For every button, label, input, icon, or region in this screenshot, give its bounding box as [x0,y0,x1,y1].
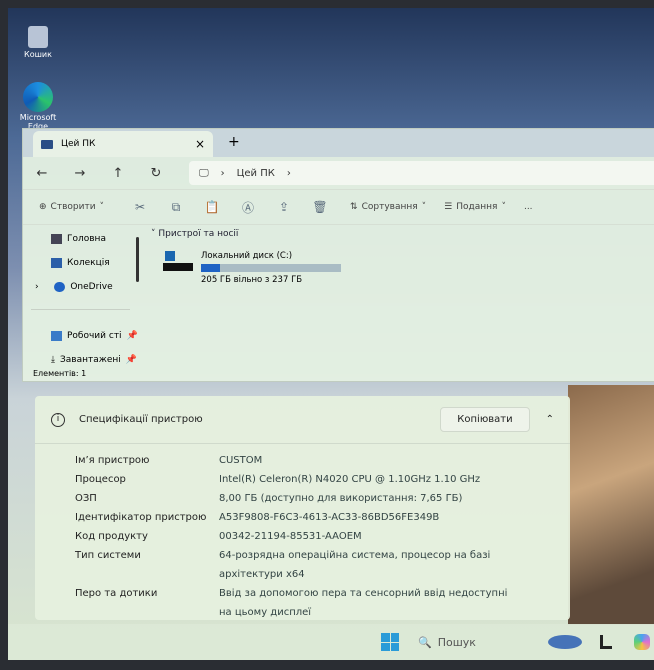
file-explorer-window: Цей ПК × + ← → ↑ ↻ 🖵 › Цей ПК › ⊕ Створити ˅ ✂… [22,128,654,382]
delete-icon[interactable]: 🗑 [302,200,338,214]
spec-row: Процесор Intel(R) Celeron(R) N4020 CPU @ … [75,470,570,489]
spec-value: A53F9808-F6C3-4613-AC33-86BD56FE349B [219,512,440,523]
section-title: Специфікації пристрою [79,414,203,425]
back-button[interactable]: ← [23,166,61,181]
sidebar-item-gallery[interactable]: Колекція [23,251,138,275]
spec-label: Код продукту [75,531,148,542]
spec-value: 00342-21194-85531-AAOEM [219,531,362,542]
spec-label: ОЗП [75,493,97,504]
navigation-pane: Головна Колекція › OneDrive Робочий сті 📌… [23,227,138,367]
sidebar-item-desktop[interactable]: Робочий сті 📌 [23,324,138,348]
tab-this-pc[interactable]: Цей ПК × [33,131,213,157]
spec-label: Процесор [75,474,126,485]
forward-button[interactable]: → [61,166,99,181]
cloud-icon [54,282,66,292]
recycle-bin-icon [28,26,48,48]
spec-row: ОЗП 8,00 ГБ (доступно для використання: 7… [75,489,570,508]
computer-icon [41,139,53,149]
breadcrumb[interactable]: Цей ПК [237,168,275,179]
view-button[interactable]: ☰ Подання ˅ [444,202,506,212]
spec-row: Код продукту 00342-21194-85531-AAOEM [75,527,570,546]
info-icon: i [51,412,65,427]
computer-icon: 🖵 [199,167,209,179]
taskbar-search[interactable]: 🔍 Пошук [418,636,476,649]
rename-icon[interactable]: Ⓐ [230,199,266,216]
spec-value: 64-розрядна операційна система, процесор… [219,550,491,580]
sidebar-item-home[interactable]: Головна [23,227,138,251]
plus-circle-icon: ⊕ [39,202,47,212]
refresh-button[interactable]: ↻ [137,166,175,181]
edge-icon [23,82,53,112]
copy-button[interactable]: Копіювати [440,407,530,432]
pin-icon: 📌 [125,355,137,365]
drive-usage-bar [201,264,341,272]
spec-row: Тип системи 64-розрядна операційна систем… [75,546,570,584]
widgets-icon[interactable] [548,635,582,649]
cut-icon[interactable]: ✂ [122,200,158,214]
desktop-icon [51,331,62,341]
spec-label: Тип системи [75,550,141,561]
copilot-icon[interactable] [634,634,650,650]
copy-icon[interactable]: ⧉ [158,200,194,215]
sidebar-scrollbar[interactable] [136,237,139,282]
paste-icon[interactable]: 📋 [194,200,230,214]
more-button[interactable]: ... [524,202,533,212]
spec-row: Ім’я пристрою CUSTOM [75,451,570,470]
sidebar-item-onedrive[interactable]: › OneDrive [23,275,138,299]
spec-value: Intel(R) Celeron(R) N4020 CPU @ 1.10GHz … [219,474,481,485]
section-header[interactable]: ˅ Пристрої та носії [151,229,238,239]
pin-icon: 📌 [126,331,138,341]
sort-button[interactable]: ⇅ Сортування ˅ [350,202,426,212]
spec-row: Перо та дотики Ввід за допомогою пера та … [75,584,570,622]
home-icon [51,234,62,244]
spec-value: Ввід за допомогою пера та сенсорний ввід… [219,588,508,618]
status-bar: Елементів: 1 [33,369,87,378]
up-button[interactable]: ↑ [99,166,137,181]
chevron-right-icon: › [220,167,225,179]
search-icon: 🔍 [418,635,432,649]
desktop-icon-edge[interactable]: Microsoft Edge [14,82,62,131]
chevron-right-icon[interactable]: › [287,168,291,179]
address-bar[interactable]: 🖵 › Цей ПК › [189,161,654,185]
spec-row: Ідентифікатор пристрою A53F9808-F6C3-4613… [75,508,570,527]
chevron-down-icon: ˅ [151,229,156,239]
close-tab-icon[interactable]: × [195,137,205,151]
desktop-icon-recycle-bin[interactable]: Кошик [14,26,62,59]
create-button[interactable]: ⊕ Створити ˅ [39,202,104,212]
chevron-up-icon[interactable]: ⌃ [546,414,554,425]
chevron-right-icon[interactable]: › [35,282,39,292]
download-icon: ⤓ [51,355,55,365]
spec-label: Перо та дотики [75,588,158,599]
taskbar: 🔍 Пошук [8,624,654,660]
background-window [568,385,654,625]
spec-value: 8,00 ГБ (доступно для використання: 7,65… [219,493,463,504]
task-view-icon[interactable] [600,635,612,649]
spec-label: Ім’я пристрою [75,455,150,466]
new-tab-button[interactable]: + [228,134,240,150]
drive-c[interactable]: Локальний диск (C:) 205 ГБ вільно з 237 … [163,251,341,285]
device-specifications-panel: i Специфікації пристрою Копіювати ⌃ Ім’я… [35,396,570,620]
view-icon: ☰ [444,202,453,212]
sort-icon: ⇅ [350,202,358,212]
spec-value: CUSTOM [219,455,263,466]
spec-label: Ідентифікатор пристрою [75,512,207,523]
share-icon[interactable]: ⇪ [266,200,302,214]
start-button[interactable] [381,633,399,651]
divider [31,309,130,310]
drive-icon [163,251,193,277]
gallery-icon [51,258,62,268]
